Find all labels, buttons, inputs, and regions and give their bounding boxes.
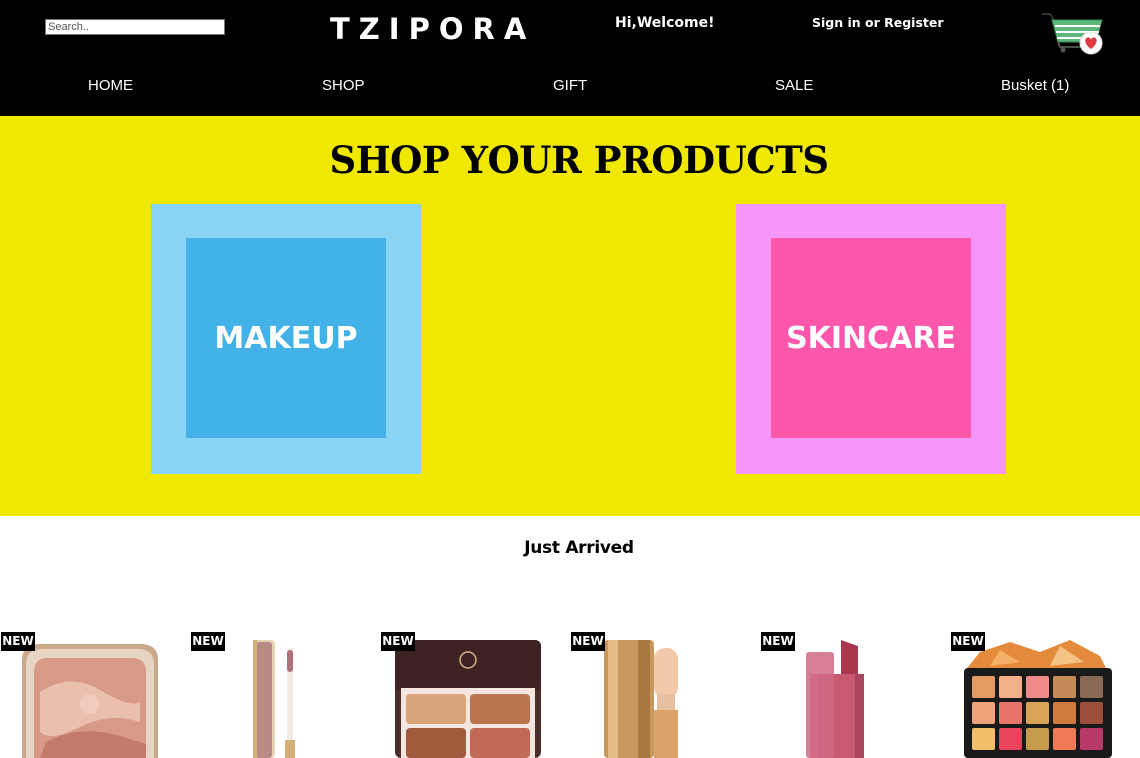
signin-register-link[interactable]: Sign in or Register bbox=[812, 15, 944, 30]
eyeshadow-swatch bbox=[1080, 702, 1103, 724]
eyeshadow-swatch bbox=[1026, 728, 1049, 750]
product-card[interactable]: NEW bbox=[760, 632, 930, 758]
category-skincare-button[interactable]: SKINCARE bbox=[771, 238, 971, 438]
welcome-text: Hi,Welcome! bbox=[615, 15, 715, 31]
eyeshadow-swatch bbox=[1026, 676, 1049, 698]
new-badge: NEW bbox=[381, 632, 415, 651]
nav-basket[interactable]: Busket (1) bbox=[1001, 77, 1069, 94]
search-input[interactable] bbox=[45, 19, 225, 35]
category-card-makeup[interactable]: MAKEUP bbox=[151, 204, 421, 474]
product-card[interactable]: NEW bbox=[190, 632, 360, 758]
product-card[interactable]: NEW bbox=[0, 632, 170, 758]
product-card[interactable]: NEW bbox=[380, 632, 550, 758]
eyeshadow-swatch bbox=[1026, 702, 1049, 724]
eyeshadow-swatch bbox=[999, 676, 1022, 698]
shopping-cart-heart-icon[interactable] bbox=[1040, 10, 1106, 56]
category-card-skincare[interactable]: SKINCARE bbox=[736, 204, 1006, 474]
category-makeup-button[interactable]: MAKEUP bbox=[186, 238, 386, 438]
product-card[interactable]: NEW bbox=[570, 632, 740, 758]
eyeshadow-swatch bbox=[1080, 676, 1103, 698]
eyeshadow-swatch bbox=[1080, 728, 1103, 750]
site-header: TZIPORA Hi,Welcome! Sign in or Register … bbox=[0, 0, 1140, 116]
site-logo[interactable]: TZIPORA bbox=[330, 12, 535, 46]
new-badge: NEW bbox=[1, 632, 35, 651]
nav-shop[interactable]: SHOP bbox=[322, 77, 365, 94]
new-badge: NEW bbox=[191, 632, 225, 651]
just-arrived-title: Just Arrived bbox=[524, 538, 634, 558]
new-badge: NEW bbox=[951, 632, 985, 651]
section-title: SHOP YOUR PRODUCTS bbox=[329, 138, 829, 182]
eyeshadow-swatch bbox=[972, 702, 995, 724]
eyeshadow-swatch bbox=[999, 728, 1022, 750]
product-card[interactable]: NEW bbox=[950, 632, 1120, 758]
nav-home[interactable]: HOME bbox=[88, 77, 133, 94]
shop-products-section: SHOP YOUR PRODUCTS MAKEUP SKINCARE bbox=[0, 116, 1140, 516]
new-badge: NEW bbox=[571, 632, 605, 651]
eyeshadow-swatch bbox=[972, 728, 995, 750]
eyeshadow-swatch bbox=[999, 702, 1022, 724]
nav-gift[interactable]: GIFT bbox=[553, 77, 587, 94]
new-badge: NEW bbox=[761, 632, 795, 651]
eyeshadow-swatch bbox=[1053, 676, 1076, 698]
eyeshadow-swatch bbox=[972, 676, 995, 698]
nav-sale[interactable]: SALE bbox=[775, 77, 813, 94]
eyeshadow-swatch bbox=[1053, 728, 1076, 750]
eyeshadow-swatch bbox=[1053, 702, 1076, 724]
